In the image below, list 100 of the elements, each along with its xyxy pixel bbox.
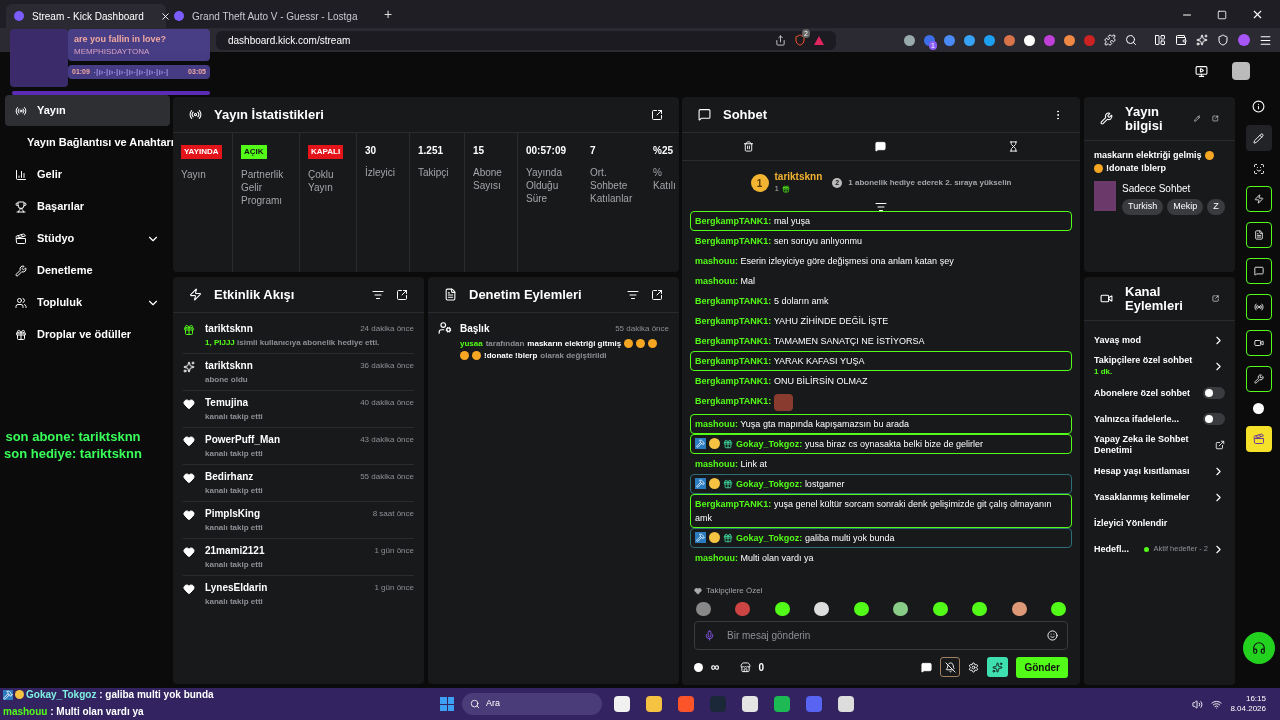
emote-icon[interactable]	[932, 602, 948, 616]
mute-button[interactable]	[940, 657, 961, 677]
action-label[interactable]: Hedefl...	[1094, 543, 1141, 555]
tag-chip[interactable]: Z	[1207, 199, 1225, 215]
browser-tab[interactable]: Grand Theft Auto V - Guessr - Lostga	[166, 4, 376, 28]
extension-icon[interactable]	[1024, 34, 1035, 46]
send-button[interactable]: Gönder	[1016, 656, 1068, 678]
chat-icon[interactable]	[875, 141, 887, 152]
category-thumbnail	[1094, 181, 1116, 211]
broadcast-button[interactable]	[1245, 294, 1272, 320]
emote-icon[interactable]	[1050, 602, 1066, 616]
chat-icon[interactable]	[921, 661, 933, 673]
filter-icon[interactable]	[372, 288, 384, 301]
emote-icon[interactable]	[853, 602, 869, 616]
toggle-switch[interactable]	[1203, 387, 1225, 399]
overlay-text: son hediye: tariktsknn	[4, 445, 142, 462]
filter-icon[interactable]	[627, 288, 639, 301]
toggle-switch[interactable]	[1203, 413, 1225, 425]
profile-icon[interactable]	[1238, 34, 1250, 46]
event-username: PimplsKing	[205, 507, 260, 520]
sidebar-item[interactable]: Gelir	[5, 159, 170, 190]
action-label[interactable]: Yasaklanmış kelimeler	[1094, 491, 1208, 503]
shield-icon[interactable]	[794, 34, 806, 46]
puzzle-icon[interactable]	[1104, 34, 1116, 46]
heart-icon	[183, 472, 195, 484]
action-label[interactable]: Abonelere özel sohbet	[1094, 387, 1199, 399]
support-button[interactable]	[1242, 632, 1275, 664]
clapperboard-button[interactable]	[1245, 426, 1272, 452]
event-username: tariktsknn	[205, 322, 253, 335]
message-input[interactable]: Bir mesaj gönderin	[694, 621, 1068, 650]
wifi-icon[interactable]	[1211, 698, 1223, 710]
chat-button[interactable]	[1245, 258, 1272, 284]
sidebar-item[interactable]: Denetleme	[5, 255, 170, 286]
search-icon[interactable]	[1125, 34, 1137, 46]
expand-icon[interactable]	[651, 108, 663, 121]
emote-icon[interactable]	[972, 602, 988, 616]
taskbar-app-icon[interactable]	[614, 696, 630, 712]
stream-icon[interactable]	[1195, 64, 1208, 78]
microphone-icon[interactable]	[704, 630, 715, 641]
sidebar-item[interactable]: Topluluk	[5, 287, 170, 318]
avatar-icon[interactable]	[1232, 62, 1250, 80]
bolt-button[interactable]	[1245, 186, 1272, 212]
store-icon[interactable]	[739, 661, 751, 673]
share-icon[interactable]	[775, 34, 786, 46]
restore-icon[interactable]	[1217, 10, 1227, 20]
settings-icon[interactable]	[968, 661, 980, 673]
browser-tab[interactable]: Stream - Kick Dashboard	[6, 4, 166, 28]
emote-icon[interactable]	[774, 602, 790, 616]
emoji-picker-icon[interactable]	[1047, 630, 1058, 641]
taskbar-app-icon[interactable]	[678, 696, 694, 712]
expand-icon[interactable]	[396, 288, 408, 301]
action-label[interactable]: İzleyici Yönlendir	[1094, 517, 1225, 529]
triangle-icon[interactable]	[814, 35, 824, 45]
action-label[interactable]: Yalnızca ifadelerle...	[1094, 413, 1199, 425]
action-label[interactable]: Hesap yaşı kısıtlaması	[1094, 465, 1208, 477]
taskbar-app-icon[interactable]	[774, 696, 790, 712]
document-button[interactable]	[1245, 222, 1272, 248]
scan-icon[interactable]	[1252, 163, 1265, 175]
tag-chip[interactable]: Mekip	[1167, 199, 1204, 215]
gift-icon	[723, 479, 733, 489]
sidebar-item[interactable]: Başarılar	[5, 191, 170, 222]
taskbar-app-icon[interactable]	[742, 696, 758, 712]
expand-icon[interactable]	[651, 288, 663, 301]
edit-button[interactable]	[1245, 125, 1272, 151]
volume-icon[interactable]	[1192, 698, 1204, 710]
edit-icon[interactable]	[1193, 113, 1201, 124]
camera-button[interactable]	[1245, 330, 1272, 356]
sparkle-icon[interactable]	[1196, 34, 1208, 46]
emote-icon[interactable]	[893, 602, 909, 616]
new-tab-button[interactable]: +	[376, 4, 401, 28]
stat-value: 7	[590, 145, 597, 157]
extension-icon[interactable]	[904, 34, 915, 46]
taskbar-app-icon[interactable]	[646, 696, 662, 712]
action-label[interactable]: Yapay Zeka ile Sohbet Denetimi	[1094, 434, 1211, 456]
taskbar-search[interactable]: Ara	[462, 693, 602, 715]
emote-icon[interactable]	[1011, 602, 1027, 616]
info-icon[interactable]	[1252, 100, 1265, 113]
wrench-button[interactable]	[1245, 366, 1272, 392]
action-text: tarafından	[485, 338, 525, 349]
sidebar-item[interactable]: Yayın	[5, 95, 170, 126]
taskbar-app-icon[interactable]	[838, 696, 854, 712]
emote-icon[interactable]	[814, 602, 830, 616]
wallet-icon[interactable]	[1175, 34, 1187, 46]
tag-chip[interactable]: Turkish	[1122, 199, 1164, 215]
sidebar-item[interactable]: Stüdyo	[5, 223, 170, 254]
action-label[interactable]: Takipçilere özel sohbet	[1094, 355, 1208, 366]
emote-section-label: Takipçilere Özel	[706, 585, 763, 597]
sidebar-item[interactable]: Droplar ve ödüller	[5, 319, 170, 350]
hourglass-icon[interactable]	[1008, 141, 1020, 152]
sidebar-icon[interactable]	[1154, 34, 1166, 46]
kick-button[interactable]	[987, 657, 1009, 677]
filter-icon[interactable]	[875, 201, 887, 213]
trash-icon[interactable]	[742, 141, 754, 152]
close-icon[interactable]	[1251, 8, 1264, 21]
heart-icon	[183, 509, 195, 521]
windows-start-icon[interactable]	[440, 697, 454, 711]
menu-icon[interactable]	[1259, 33, 1272, 47]
action-label[interactable]: Yavaş mod	[1094, 334, 1208, 346]
close-icon[interactable]	[159, 10, 171, 22]
external-link-icon[interactable]	[1215, 440, 1225, 450]
